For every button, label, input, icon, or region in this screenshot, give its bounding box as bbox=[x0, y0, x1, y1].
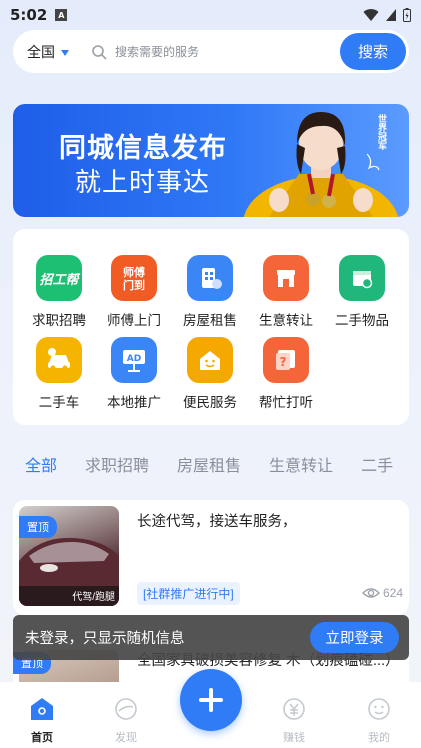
category-local-promo[interactable]: AD 本地推广 bbox=[96, 337, 172, 411]
post-tag: [社群推广进行中] bbox=[137, 582, 240, 605]
building-icon bbox=[187, 255, 233, 301]
search-icon bbox=[92, 44, 107, 59]
nav-label: 我的 bbox=[368, 732, 390, 744]
nav-label: 发现 bbox=[115, 732, 137, 744]
discover-icon bbox=[115, 698, 137, 720]
toast-message: 未登录，只显示随机信息 bbox=[25, 631, 185, 647]
region-selector[interactable]: 全国 bbox=[27, 42, 69, 62]
plus-icon bbox=[199, 688, 223, 712]
category-tabs: 全部 求职招聘 房屋租售 生意转让 二手 bbox=[25, 452, 421, 478]
category-master-visit[interactable]: 师傅 门到 师傅上门 bbox=[96, 255, 172, 329]
svg-text:门到: 门到 bbox=[123, 278, 145, 292]
tab-business-transfer[interactable]: 生意转让 bbox=[269, 452, 333, 478]
category-housing[interactable]: 房屋租售 bbox=[172, 255, 248, 329]
tab-housing[interactable]: 房屋租售 bbox=[177, 452, 241, 478]
thumb-caption: 代驾/跑腿 bbox=[72, 592, 115, 603]
view-count-value: 624 bbox=[382, 586, 403, 600]
view-count: 624 bbox=[362, 586, 403, 600]
secondhand-goods-icon bbox=[339, 255, 385, 301]
post-title: 长途代驾，接送车服务， bbox=[137, 514, 297, 530]
category-secondhand-goods[interactable]: 二手物品 bbox=[324, 255, 400, 329]
job-recruit-badge: 招工帮 bbox=[39, 271, 79, 287]
category-label: 本地推广 bbox=[107, 395, 161, 410]
category-label: 师傅上门 bbox=[107, 313, 161, 328]
category-convenience[interactable]: 便民服务 bbox=[172, 337, 248, 411]
caret-down-icon bbox=[61, 49, 69, 56]
search-bar: 全国 搜索需要的服务 搜索 bbox=[13, 30, 409, 73]
ad-badge: AD bbox=[127, 354, 141, 364]
sim-icon: A bbox=[55, 9, 68, 21]
category-label: 帮忙打听 bbox=[259, 395, 313, 410]
nav-earn[interactable]: 赚钱 bbox=[264, 696, 324, 745]
promo-banner[interactable]: 同城信息发布 就上时事达 世界冠军 bbox=[13, 104, 409, 217]
category-inquiry[interactable]: ? 帮忙打听 bbox=[248, 337, 324, 411]
category-label: 生意转让 bbox=[259, 313, 313, 328]
search-button[interactable]: 搜索 bbox=[340, 33, 406, 70]
house-smile-icon bbox=[187, 337, 233, 383]
category-job-recruit[interactable]: 招工帮 求职招聘 bbox=[21, 255, 97, 329]
status-icons bbox=[363, 8, 411, 22]
wifi-icon bbox=[363, 9, 379, 21]
nav-home[interactable]: 首页 bbox=[12, 696, 72, 745]
category-label: 便民服务 bbox=[183, 395, 237, 410]
ad-board-icon: AD bbox=[111, 337, 157, 383]
shop-icon bbox=[263, 255, 309, 301]
status-time: 5:02 bbox=[10, 6, 48, 24]
publish-button[interactable] bbox=[180, 669, 242, 731]
nav-label: 赚钱 bbox=[283, 732, 305, 744]
login-prompt-toast: 未登录，只显示随机信息 立即登录 bbox=[13, 615, 409, 660]
category-label: 二手车 bbox=[38, 395, 80, 410]
banner-side-text: 世界冠军 bbox=[377, 114, 387, 150]
post-thumbnail: 置顶 代驾/跑腿 bbox=[19, 506, 119, 606]
earn-icon bbox=[283, 698, 305, 720]
svg-text:师傅: 师傅 bbox=[123, 265, 145, 279]
category-grid: 招工帮 求职招聘 师傅 门到 师傅上门 房屋租售 生意转让 二手物品 二手车 A… bbox=[13, 229, 409, 425]
list-item[interactable]: 置顶 代驾/跑腿 长途代驾，接送车服务， [社群推广进行中] 624 bbox=[13, 500, 409, 615]
status-bar: 5:02 A bbox=[0, 0, 421, 30]
pinned-badge: 置顶 bbox=[19, 516, 57, 538]
battery-icon bbox=[403, 8, 411, 22]
nav-discover[interactable]: 发现 bbox=[96, 696, 156, 745]
category-label: 二手物品 bbox=[335, 313, 389, 328]
master-visit-glyph: 师傅 门到 bbox=[123, 265, 145, 292]
tab-secondhand[interactable]: 二手 bbox=[361, 452, 393, 478]
category-used-car[interactable]: 二手车 bbox=[21, 337, 97, 411]
search-input[interactable]: 搜索需要的服务 bbox=[115, 43, 199, 60]
category-label: 求职招聘 bbox=[32, 313, 86, 328]
login-button[interactable]: 立即登录 bbox=[310, 622, 399, 653]
profile-icon bbox=[368, 698, 390, 720]
job-recruit-icon: 招工帮 bbox=[36, 255, 82, 301]
category-business-transfer[interactable]: 生意转让 bbox=[248, 255, 324, 329]
master-visit-icon: 师傅 门到 bbox=[111, 255, 157, 301]
home-icon bbox=[31, 698, 53, 720]
eye-icon bbox=[362, 588, 380, 598]
svg-text:?: ? bbox=[280, 355, 287, 369]
car-icon bbox=[36, 337, 82, 383]
category-label: 房屋租售 bbox=[183, 313, 237, 328]
cellular-icon bbox=[386, 9, 396, 21]
nav-label: 首页 bbox=[31, 732, 53, 744]
banner-subtitle: 就上时事达 bbox=[75, 167, 211, 197]
tab-all[interactable]: 全部 bbox=[25, 452, 57, 478]
tab-job-recruit[interactable]: 求职招聘 bbox=[85, 452, 149, 478]
question-icon: ? bbox=[263, 337, 309, 383]
region-label: 全国 bbox=[27, 43, 55, 60]
nav-profile[interactable]: 我的 bbox=[349, 696, 409, 745]
banner-title: 同城信息发布 bbox=[59, 133, 227, 163]
